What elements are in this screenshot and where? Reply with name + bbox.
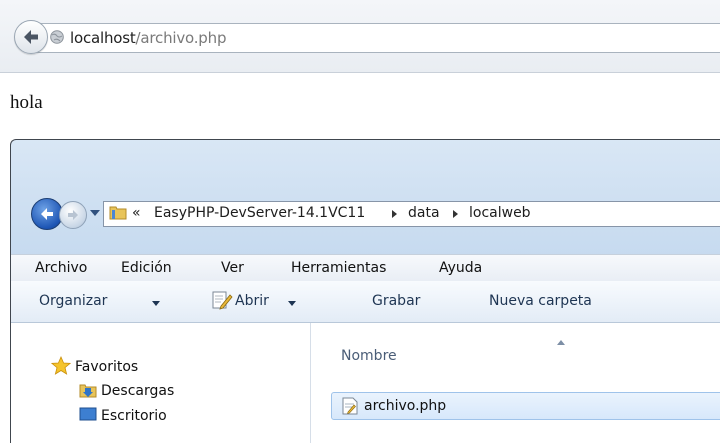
page-text: hola <box>10 92 43 113</box>
menu-edicion[interactable]: Edición <box>121 260 172 276</box>
explorer-forward-button[interactable] <box>59 201 87 229</box>
breadcrumb-easyphp[interactable]: EasyPHP-DevServer-14.1VC11 <box>154 205 365 221</box>
organize-dropdown-icon <box>152 301 160 306</box>
recent-pages-dropdown-icon[interactable] <box>90 210 100 216</box>
globe-icon <box>50 30 64 44</box>
breadcrumb-data[interactable]: data <box>408 205 440 221</box>
menu-bar: Archivo Edición Ver Herramientas Ayuda <box>11 254 720 282</box>
file-row[interactable]: archivo.php <box>331 392 720 420</box>
breadcrumb-separator-icon[interactable] <box>453 210 458 218</box>
sort-ascending-icon <box>557 340 565 345</box>
breadcrumb-localweb[interactable]: localweb <box>469 205 531 221</box>
breadcrumb-overflow[interactable]: « <box>132 205 141 221</box>
menu-archivo[interactable]: Archivo <box>35 260 87 276</box>
back-button[interactable] <box>14 20 48 54</box>
command-bar: Organizar Abrir Grabar Nueva carpeta <box>11 281 720 323</box>
file-name: archivo.php <box>364 398 447 414</box>
column-header-name[interactable]: Nombre <box>341 348 397 364</box>
nav-desktop[interactable]: Escritorio <box>101 408 167 424</box>
php-file-icon <box>342 397 358 415</box>
url-path: /archivo.php <box>135 29 227 47</box>
file-list <box>311 323 720 443</box>
star-icon <box>51 356 71 375</box>
menu-ayuda[interactable]: Ayuda <box>439 260 482 276</box>
browser-toolbar: localhost/archivo.php <box>0 0 720 73</box>
downloads-folder-icon <box>79 384 97 398</box>
forward-arrow-icon <box>68 210 78 220</box>
url-text: localhost/archivo.php <box>70 29 226 47</box>
organize-button[interactable]: Organizar <box>39 293 107 309</box>
nav-downloads[interactable]: Descargas <box>101 383 174 399</box>
desktop-icon <box>79 407 97 421</box>
back-arrow-icon <box>41 208 53 220</box>
open-dropdown-icon <box>288 301 296 306</box>
burn-button[interactable]: Grabar <box>372 293 420 309</box>
back-arrow-icon <box>24 30 38 44</box>
folder-icon <box>109 206 127 220</box>
menu-herramientas[interactable]: Herramientas <box>291 260 386 276</box>
menu-ver[interactable]: Ver <box>221 260 244 276</box>
open-button[interactable]: Abrir <box>235 293 269 309</box>
new-folder-button[interactable]: Nueva carpeta <box>489 293 592 309</box>
nav-favorites[interactable]: Favoritos <box>75 359 138 375</box>
navigation-pane: Favoritos Descargas Escritorio <box>11 323 311 443</box>
explorer-window: « EasyPHP-DevServer-14.1VC11 data localw… <box>10 139 720 443</box>
open-document-icon <box>212 291 233 310</box>
url-host: localhost <box>70 29 136 47</box>
breadcrumb-separator-icon[interactable] <box>392 210 397 218</box>
